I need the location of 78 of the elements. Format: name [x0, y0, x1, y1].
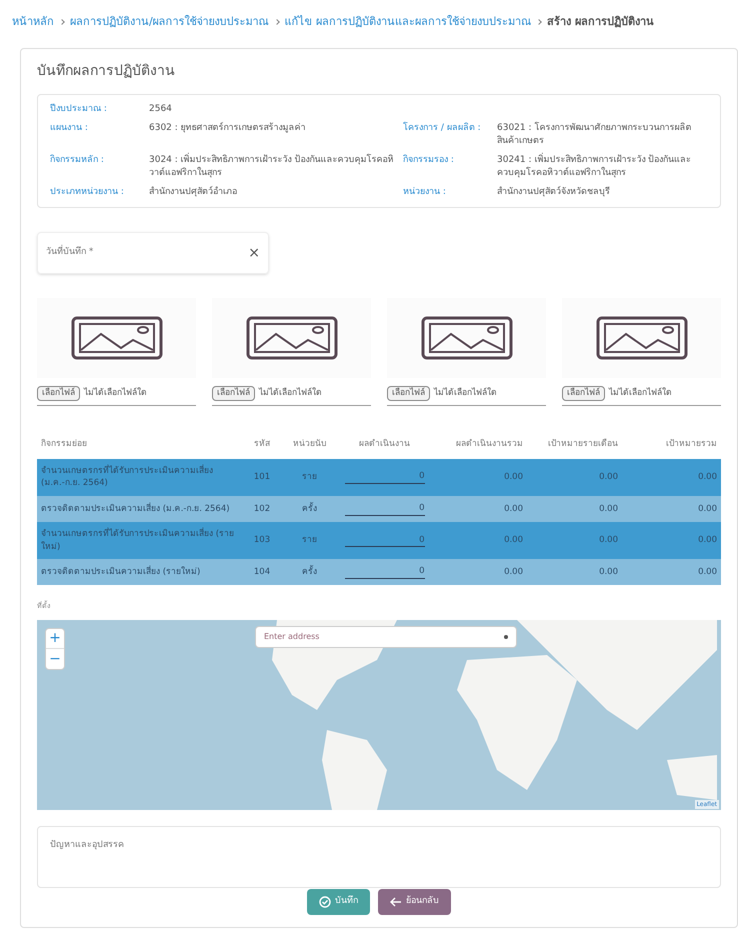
choose-file-button[interactable]: เลือกไฟล์ [212, 386, 255, 401]
table-cell: ราย [282, 458, 337, 496]
breadcrumb-link[interactable]: ผลการปฏิบัติงาน/ผลการใช้จ่ายงบประมาณ [70, 14, 269, 30]
breadcrumb-link[interactable]: แก้ไข ผลการปฏิบัติงานและผลการใช้จ่ายงบประมาณ [284, 14, 532, 30]
table-cell: ครั้ง [282, 559, 337, 585]
problems-field[interactable]: ปัญหาและอุปสรรค [37, 826, 721, 888]
column-header: ผลดำเนินงาน [358, 438, 411, 451]
info-label: หน่วยงาน : [403, 186, 447, 198]
info-label: ประเภทหน่วยงาน : [50, 186, 125, 198]
image-placeholder-icon [596, 316, 688, 360]
result-input[interactable]: 0 [344, 470, 424, 484]
table-cell: 104 [242, 559, 282, 585]
info-label: โครงการ / ผลผลิต : [403, 122, 482, 134]
info-label: ปีงบประมาณ : [50, 103, 108, 116]
table-cell: 0.00 [432, 458, 527, 496]
image-placeholder-icon [70, 316, 162, 360]
table-cell: 0.00 [527, 458, 622, 496]
zoom-out-button[interactable]: − [46, 648, 64, 668]
image-placeholder-icon [246, 316, 338, 360]
column-header: กิจกรรมย่อย [40, 438, 88, 451]
table-cell: ตรวจติดตามประเมินความเสี่ยง (รายใหม่) [37, 559, 242, 585]
file-status: ไม่ได้เลือกไฟล์ใด [434, 387, 497, 400]
date-field[interactable]: วันที่บันทึก * × [37, 232, 269, 274]
info-value: 63021 : โครงการพัฒนาศักยภาพกระบวนการผลิตสินค้าเกษตร [497, 122, 692, 148]
clear-button[interactable]: × [248, 242, 260, 264]
table-cell: จำนวนเกษตรกรที่ได้รับการประเมินความเสี่ยง (รายใหม่) [37, 522, 242, 560]
info-value: 30241 : เพิ่มประสิทธิภาพการเฝ้าระวัง ป้องกันและควบคุมโรคอหิวาต์แอฟริกาในสุกร [497, 154, 692, 180]
table-cell: 0.00 [527, 522, 622, 560]
table-cell: 0.00 [527, 496, 622, 522]
info-label: แผนงาน : [50, 122, 89, 134]
info-value: 6302 : ยุทธศาสตร์การเกษตรสร้างมูลค่า [149, 122, 307, 134]
image-placeholder-icon [420, 316, 512, 360]
table-cell: 102 [242, 496, 282, 522]
info-value: สำนักงานปศุสัตว์อำเภอ [149, 186, 238, 198]
table-cell: 0.00 [432, 522, 527, 560]
table-cell: 0.00 [527, 559, 622, 585]
table-cell: 0.00 [622, 458, 721, 496]
choose-file-button[interactable]: เลือกไฟล์ [562, 386, 605, 401]
save-button[interactable]: บันทึก [307, 889, 370, 915]
info-value: 2564 [149, 103, 173, 116]
table-cell: 0.00 [622, 522, 721, 560]
result-input[interactable]: 0 [344, 565, 424, 579]
table-cell: 0.00 [432, 559, 527, 585]
check-circle-icon [319, 896, 331, 908]
breadcrumb-separator-icon [536, 19, 542, 25]
file-status: ไม่ได้เลือกไฟล์ใด [609, 387, 672, 400]
table-cell: 0.00 [622, 496, 721, 522]
column-header: ผลดำเนินงานรวม [455, 438, 524, 451]
column-header: รหัส [253, 438, 271, 451]
info-label: กิจกรรมหลัก : [50, 154, 105, 166]
breadcrumb-current: สร้าง ผลการปฏิบัติงาน [547, 14, 654, 30]
file-status: ไม่ได้เลือกไฟล์ใด [259, 387, 322, 400]
table-cell: ตรวจติดตามประเมินความเสี่ยง (ม.ค.-ก.ย. 2564) [37, 496, 242, 522]
breadcrumb-link[interactable]: หน้าหลัก [12, 14, 54, 30]
choose-file-button[interactable]: เลือกไฟล์ [387, 386, 430, 401]
table-cell: 101 [242, 458, 282, 496]
column-header: หน่วยนับ [292, 438, 327, 451]
file-status: ไม่ได้เลือกไฟล์ใด [84, 387, 147, 400]
table-cell: จำนวนเกษตรกรที่ได้รับการประเมินความเสี่ยง (ม.ค.-ก.ย. 2564) [37, 458, 242, 496]
info-label: กิจกรรมรอง : [403, 154, 455, 166]
column-header: เป้าหมายรายเดือน [547, 438, 619, 451]
result-input[interactable]: 0 [344, 502, 424, 516]
table-cell: 0.00 [432, 496, 527, 522]
info-value: สำนักงานปศุสัตว์จังหวัดชลบุรี [497, 186, 611, 198]
column-header: เป้าหมายรวม [665, 438, 718, 451]
table-cell: ราย [282, 522, 337, 560]
table-cell: 0.00 [622, 559, 721, 585]
choose-file-button[interactable]: เลือกไฟล์ [37, 386, 80, 401]
table-cell: 103 [242, 522, 282, 560]
info-value: 3024 : เพิ่มประสิทธิภาพการเฝ้าระวัง ป้องกันและควบคุมโรคอหิวาต์แอฟริกาในสุกร [149, 154, 395, 180]
result-input[interactable]: 0 [344, 534, 424, 548]
breadcrumb-separator-icon [59, 19, 65, 25]
address-search-field[interactable]: Enter address [255, 626, 517, 648]
arrow-left-icon [390, 897, 402, 907]
back-button[interactable]: ย้อนกลับ [378, 889, 451, 915]
table-cell: ครั้ง [282, 496, 337, 522]
card-title: บันทึกผลการปฏิบัติงาน [37, 62, 176, 81]
zoom-in-button[interactable]: + [46, 628, 64, 648]
